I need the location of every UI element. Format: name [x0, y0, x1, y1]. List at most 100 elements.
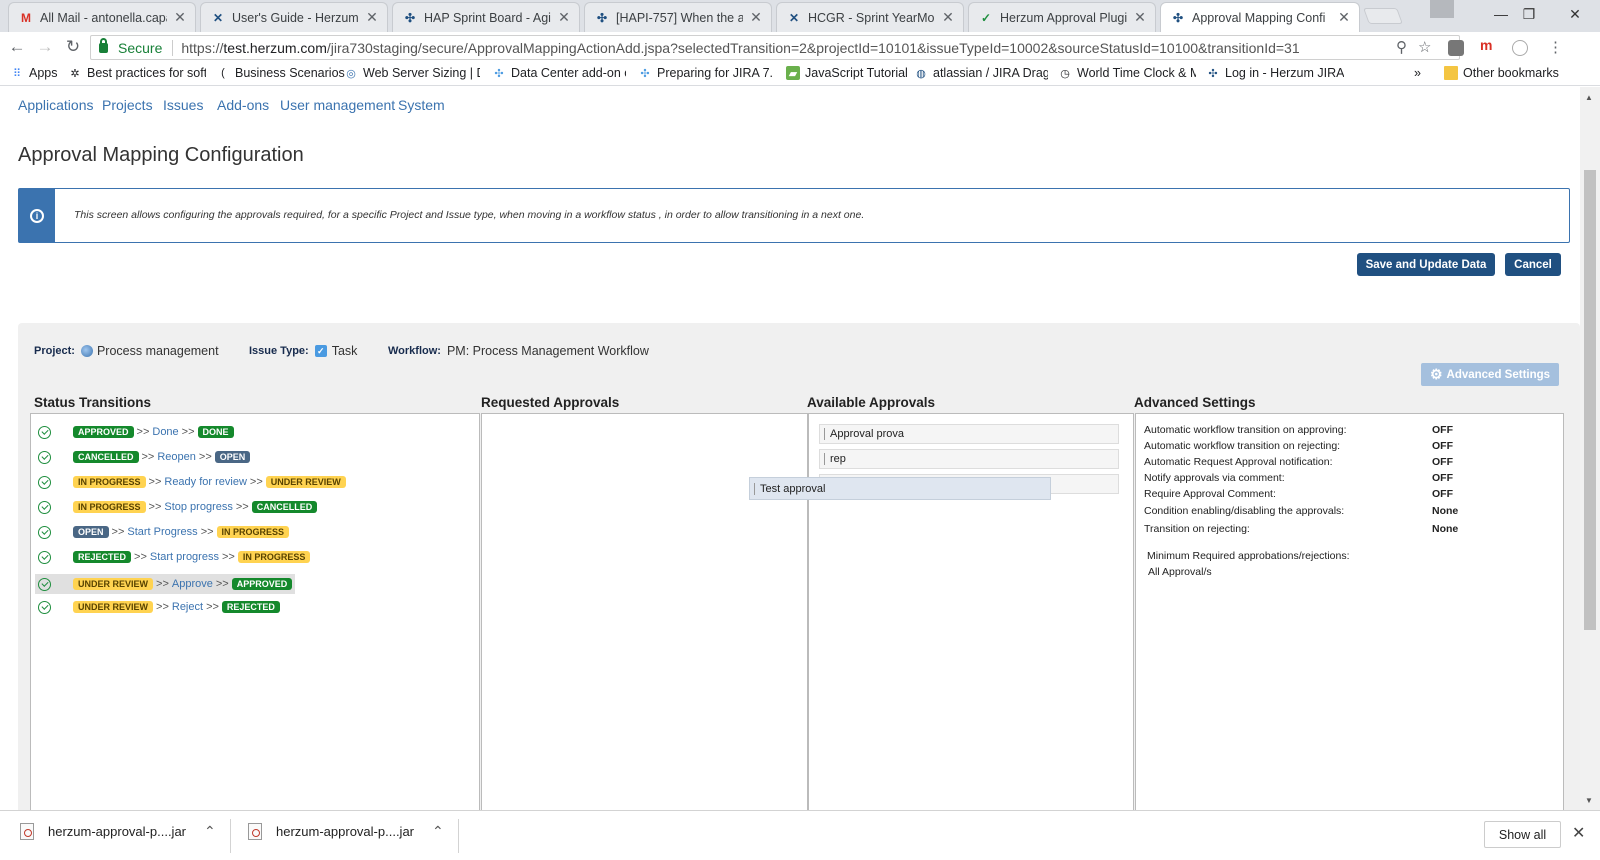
bookmark-star-icon[interactable]: ☆	[1418, 38, 1431, 56]
extension-chat-icon[interactable]	[1512, 40, 1528, 56]
chevron-up-icon[interactable]: ⌃	[432, 823, 444, 840]
status-lozenge: CANCELLED	[73, 451, 139, 463]
check-circle-icon	[38, 475, 51, 489]
nav-applications[interactable]: Applications	[18, 97, 94, 113]
close-tab-icon[interactable]: ✕	[557, 9, 571, 26]
transition-row[interactable]: CANCELLED >> Reopen >> OPEN	[38, 449, 251, 465]
bookmark-label: Data Center add-on c	[511, 66, 626, 80]
page-scrollbar[interactable]: ▲ ▼	[1580, 87, 1600, 810]
reload-icon[interactable]: ↻	[62, 37, 84, 57]
check-circle-icon	[38, 450, 51, 464]
bookmark-item[interactable]: ◎ Web Server Sizing | De	[344, 66, 480, 80]
browser-tab[interactable]: M All Mail - antonella.capal ✕	[8, 2, 196, 32]
tab-title: HAP Sprint Board - Agile	[424, 10, 551, 25]
url-input[interactable]: Secure https://test.herzum.com/jira730st…	[90, 35, 1460, 60]
approval-item[interactable]: Approval prova	[819, 424, 1119, 444]
zoom-icon[interactable]: ⚲	[1396, 38, 1407, 56]
min-required-label: Minimum Required approbations/rejections…	[1147, 550, 1350, 562]
browser-tab-active[interactable]: ✣ Approval Mapping Confi ✕	[1160, 2, 1360, 32]
close-tab-icon[interactable]: ✕	[1133, 9, 1147, 26]
requested-approvals-dropzone[interactable]	[481, 413, 808, 813]
overflow-label: »	[1414, 66, 1421, 80]
dragging-approval-item[interactable]: Test approval	[749, 477, 1051, 500]
new-tab-button[interactable]	[1363, 8, 1403, 24]
arrow-separator: >>	[221, 551, 235, 563]
browser-tab[interactable]: ✣ [HAPI-757] When the ap ✕	[584, 2, 772, 32]
cancel-button[interactable]: Cancel	[1505, 253, 1561, 276]
setting-label: Condition enabling/disabling the approva…	[1144, 505, 1345, 517]
bookmark-site-icon: ▰	[786, 66, 800, 80]
page-title: Approval Mapping Configuration	[18, 144, 304, 166]
bookmark-label: Best practices for soft	[87, 66, 206, 80]
chevron-up-icon[interactable]: ⌃	[204, 823, 216, 840]
issue-type-value: Task	[331, 344, 358, 358]
close-window-icon[interactable]: ✕	[1552, 0, 1598, 28]
extension-m-icon[interactable]: m	[1480, 37, 1496, 53]
check-circle-icon	[38, 425, 51, 439]
transition-row[interactable]: OPEN >> Start Progress >> IN PROGRESS	[38, 524, 290, 540]
tab-strip: M All Mail - antonella.capal ✕ ✕ User's …	[0, 0, 1600, 32]
advanced-settings-button[interactable]: ⚙ Advanced Settings	[1421, 363, 1559, 386]
back-arrow-icon[interactable]: ←	[6, 37, 28, 57]
bookmarks-overflow-button[interactable]: »	[1414, 66, 1421, 80]
tab-title: HCGR - Sprint YearMont	[808, 10, 935, 25]
save-and-update-button[interactable]: Save and Update Data	[1357, 253, 1495, 276]
nav-system[interactable]: System	[398, 97, 445, 113]
status-lozenge: UNDER REVIEW	[73, 578, 154, 590]
jar-file-icon	[248, 823, 262, 840]
arrow-separator: >>	[141, 451, 155, 463]
bookmark-item[interactable]: ✲ Best practices for soft	[68, 66, 206, 80]
profile-icon[interactable]	[1430, 0, 1454, 18]
extension-icon[interactable]	[1448, 40, 1464, 56]
check-circle-icon	[38, 577, 51, 591]
nav-add-ons[interactable]: Add-ons	[217, 97, 269, 113]
restore-icon[interactable]: ❐	[1506, 0, 1552, 28]
close-tab-icon[interactable]: ✕	[365, 9, 379, 26]
nav-issues[interactable]: Issues	[163, 97, 203, 113]
scrollbar-thumb[interactable]	[1584, 170, 1596, 630]
url-path: /jira730staging/secure/ApprovalMappingAc…	[326, 39, 1300, 56]
setting-label: Automatic workflow transition on approvi…	[1144, 424, 1347, 436]
browser-tab[interactable]: ✕ User's Guide - Herzum A ✕	[200, 2, 388, 32]
tab-title: Approval Mapping Confi	[1192, 10, 1326, 25]
close-tab-icon[interactable]: ✕	[1337, 9, 1351, 26]
scroll-up-icon[interactable]: ▲	[1585, 93, 1593, 102]
bookmark-item[interactable]: ◍ atlassian / JIRA Drag &	[914, 66, 1048, 80]
close-tab-icon[interactable]: ✕	[173, 9, 187, 26]
browser-tab[interactable]: ✣ HAP Sprint Board - Agile ✕	[392, 2, 580, 32]
transition-row[interactable]: UNDER REVIEW >> Approve >> APPROVED	[35, 574, 296, 594]
setting-label: Notify approvals via comment:	[1144, 472, 1285, 484]
status-lozenge: CANCELLED	[251, 501, 318, 513]
bookmark-item[interactable]: ✣ Preparing for JIRA 7.3	[638, 66, 772, 80]
bookmark-item[interactable]: ▰ JavaScript Tutorial	[786, 66, 908, 80]
browser-tab[interactable]: ✕ HCGR - Sprint YearMont ✕	[776, 2, 964, 32]
nav-user-management[interactable]: User management	[280, 97, 395, 113]
transition-row[interactable]: REJECTED >> Start progress >> IN PROGRESS	[38, 549, 311, 565]
transition-row[interactable]: UNDER REVIEW >> Reject >> REJECTED	[38, 599, 280, 615]
bookmark-item[interactable]: ◷ World Time Clock & M	[1058, 66, 1196, 80]
transition-name: Start progress	[149, 551, 219, 563]
forward-arrow-icon[interactable]: →	[34, 37, 56, 57]
close-tab-icon[interactable]: ✕	[941, 9, 955, 26]
transition-row[interactable]: IN PROGRESS >> Ready for review >> UNDER REV…	[38, 474, 346, 490]
bookmark-item[interactable]: (Business Scenarios	[216, 66, 345, 80]
approval-item[interactable]: rep	[819, 449, 1119, 469]
scroll-down-icon[interactable]: ▼	[1585, 796, 1593, 805]
download-item[interactable]: herzum-approval-p....jar ⌃	[20, 823, 216, 840]
setting-value: None	[1432, 505, 1459, 517]
bookmark-item[interactable]: ✣ Log in - Herzum JIRA	[1206, 66, 1344, 80]
close-shelf-icon[interactable]: ✕	[1572, 823, 1585, 843]
bookmark-item[interactable]: ✣ Data Center add-on c	[492, 66, 626, 80]
nav-projects[interactable]: Projects	[102, 97, 153, 113]
download-item[interactable]: herzum-approval-p....jar ⌃	[248, 823, 444, 840]
browser-tab[interactable]: ✓ Herzum Approval Plugin ✕	[968, 2, 1156, 32]
other-bookmarks[interactable]: Other bookmarks	[1444, 66, 1559, 80]
min-required-value: All Approval/s	[1148, 566, 1212, 578]
bookmark-apps[interactable]: ⠿ Apps	[10, 66, 58, 80]
transition-row[interactable]: IN PROGRESS >> Stop progress >> CANCELLED	[38, 499, 318, 515]
menu-dots-icon[interactable]: ⋮	[1548, 38, 1563, 56]
close-tab-icon[interactable]: ✕	[749, 9, 763, 26]
show-all-downloads-button[interactable]: Show all	[1484, 821, 1561, 848]
transition-row[interactable]: APPROVED >> Done >> DONE	[38, 424, 234, 440]
bookmarks-bar: ⠿ Apps ✲ Best practices for soft (Business…	[0, 62, 1600, 86]
